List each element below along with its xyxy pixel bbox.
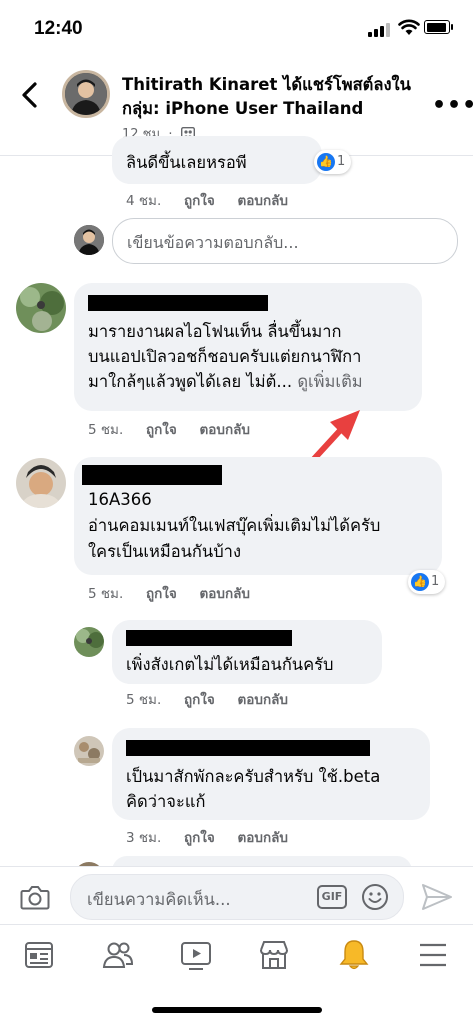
watch-icon[interactable] bbox=[180, 940, 212, 972]
menu-icon[interactable] bbox=[418, 942, 448, 968]
reply-button[interactable]: ตอบกลับ bbox=[238, 692, 288, 708]
send-icon[interactable] bbox=[420, 882, 454, 912]
comment-time: 4 ชม. bbox=[126, 193, 162, 209]
post-share-title[interactable]: Thitirath Kinaret ได้แชร์โพสต์ลงในกลุ่ม:… bbox=[122, 73, 422, 121]
comment-text: มาใกล้ๆแล้วพูดได้เลย ไม่ต้... ดูเพิ่มเติ… bbox=[88, 369, 363, 394]
reaction-badge[interactable]: 👍 1 bbox=[408, 570, 446, 594]
reaction-count: 1 bbox=[337, 154, 346, 169]
comment-text-truncated: มาใกล้ๆแล้วพูดได้เลย ไม่ต้... bbox=[88, 372, 293, 391]
comment-actions: 5 ชม. ถูกใจ ตอบกลับ bbox=[88, 582, 268, 604]
comment-text: บนแอปเปิลวอชก็ชอบครับแต่ยกนาฬิกา bbox=[88, 347, 362, 366]
avatar[interactable] bbox=[74, 627, 104, 657]
reply-input[interactable]: เขียนข้อความตอบกลับ... bbox=[112, 218, 458, 264]
reply-button[interactable]: ตอบกลับ bbox=[238, 830, 288, 846]
like-button[interactable]: ถูกใจ bbox=[184, 692, 215, 708]
status-time: 12:40 bbox=[34, 18, 83, 39]
camera-icon[interactable] bbox=[20, 884, 50, 910]
avatar[interactable] bbox=[62, 70, 110, 118]
comment-time: 5 ชม. bbox=[126, 692, 162, 708]
news-feed-icon[interactable] bbox=[24, 940, 54, 970]
comment-actions: 5 ชม. ถูกใจ ตอบกลับ bbox=[88, 418, 268, 440]
comment-text: ใครเป็นเหมือนกันบ้าง bbox=[88, 542, 241, 561]
more-options-icon[interactable]: ••• bbox=[432, 93, 473, 118]
redacted-name bbox=[82, 465, 222, 485]
reply-button[interactable]: ตอบกลับ bbox=[200, 422, 250, 438]
comment-actions: 4 ชม. ถูกใจ ตอบกลับ bbox=[126, 189, 306, 211]
comment-time: 5 ชม. bbox=[88, 586, 124, 602]
notifications-bell-icon[interactable] bbox=[338, 938, 370, 972]
back-icon[interactable] bbox=[18, 80, 42, 110]
like-icon: 👍 bbox=[411, 572, 429, 591]
comment-text: เป็นมาสักพักละครับสำหรับ ใช้.beta bbox=[126, 767, 381, 786]
comment-bubble: เพิ่งสังเกตไม่ได้เหมือนกันครับ bbox=[112, 620, 382, 684]
comment-bubble: 16A366 อ่านคอมเมนท์ในเฟสบุ๊คเพิ่มเติมไม่… bbox=[74, 457, 442, 575]
avatar[interactable] bbox=[16, 283, 66, 333]
wifi-icon bbox=[398, 19, 420, 35]
redacted-name bbox=[126, 630, 292, 646]
reaction-count: 1 bbox=[431, 574, 440, 589]
comment-bubble: ลินดีขึ้นเลยหรอพี bbox=[112, 136, 322, 184]
comment-actions: 3 ชม. ถูกใจ ตอบกลับ bbox=[126, 826, 306, 848]
avatar[interactable] bbox=[74, 736, 104, 766]
reply-button[interactable]: ตอบกลับ bbox=[200, 586, 250, 602]
like-button[interactable]: ถูกใจ bbox=[146, 422, 177, 438]
like-button[interactable]: ถูกใจ bbox=[184, 193, 215, 209]
comment-input[interactable]: เขียนความคิดเห็น... GIF bbox=[70, 874, 404, 920]
comment-bubble: เป็นมาสักพักละครับสำหรับ ใช้.beta คิดว่า… bbox=[112, 728, 430, 820]
signal-icon bbox=[368, 23, 392, 37]
like-icon: 👍 bbox=[317, 152, 335, 171]
like-button[interactable]: ถูกใจ bbox=[184, 830, 215, 846]
reply-button[interactable]: ตอบกลับ bbox=[238, 193, 288, 209]
battery-icon bbox=[424, 20, 453, 34]
emoji-icon[interactable] bbox=[361, 883, 389, 911]
comment-actions: 5 ชม. ถูกใจ ตอบกลับ bbox=[126, 688, 306, 710]
comment-text: 16A366 bbox=[88, 490, 152, 509]
comment-text: อ่านคอมเมนท์ในเฟสบุ๊คเพิ่มเติมไม่ได้ครับ bbox=[88, 516, 381, 535]
comment-text: เพิ่งสังเกตไม่ได้เหมือนกันครับ bbox=[126, 655, 334, 674]
comment-bubble: มารายงานผลไอโฟนเท็น ลื่นขึ้นมาก บนแอปเปิ… bbox=[74, 283, 422, 411]
marketplace-icon[interactable] bbox=[258, 939, 290, 971]
redacted-name bbox=[126, 740, 370, 756]
reply-placeholder: เขียนข้อความตอบกลับ... bbox=[127, 233, 299, 252]
like-button[interactable]: ถูกใจ bbox=[146, 586, 177, 602]
comment-placeholder: เขียนความคิดเห็น... bbox=[87, 890, 231, 909]
comment-time: 3 ชม. bbox=[126, 830, 162, 846]
friends-icon[interactable] bbox=[102, 940, 134, 970]
avatar bbox=[74, 225, 104, 255]
comment-text: คิดว่าจะแก้ bbox=[126, 792, 206, 811]
avatar[interactable] bbox=[16, 458, 66, 508]
comment-text: มารายงานผลไอโฟนเท็น ลื่นขึ้นมาก bbox=[88, 322, 342, 341]
comment-text: ลินดีขึ้นเลยหรอพี bbox=[126, 153, 247, 172]
comment-time: 5 ชม. bbox=[88, 422, 124, 438]
redacted-name bbox=[88, 295, 268, 311]
home-indicator bbox=[152, 1007, 322, 1013]
see-more-link[interactable]: ดูเพิ่มเติม bbox=[297, 372, 362, 391]
reaction-badge[interactable]: 👍 1 bbox=[314, 150, 352, 174]
gif-button[interactable]: GIF bbox=[317, 885, 347, 909]
